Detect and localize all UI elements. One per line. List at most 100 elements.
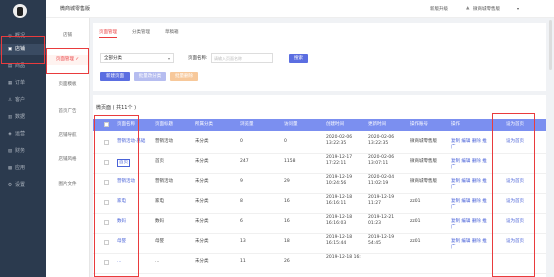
cell-ops[interactable]: 复制 编辑 删除 推广 [451, 179, 491, 191]
sidebar-item-data[interactable]: ▥ 数据 [0, 112, 46, 123]
cell-created: 2020-02-06 13:22:35 [326, 135, 353, 146]
cell-operator: 微商城零售版 [410, 179, 437, 184]
header-visits: 访问量 [284, 122, 298, 127]
table-row: …… 未分类 11 26 2019-12-18 16: [93, 253, 546, 274]
order-icon: ▦ [7, 81, 13, 86]
cell-uv: 18 [284, 239, 290, 244]
cell-cat: 未分类 [195, 199, 209, 204]
highlight-page-name-column [94, 115, 139, 277]
highlight-set-home-column [492, 113, 535, 277]
search-button[interactable]: 搜索 [289, 54, 308, 63]
cell-cat: 未分类 [195, 239, 209, 244]
cell-uv: 16 [284, 199, 290, 204]
tab-category-manage[interactable]: 分类管理 [132, 29, 150, 35]
cell-title: 营销活动 [155, 139, 173, 144]
cell-pv: 8 [240, 199, 243, 204]
highlight-page-manage [46, 48, 89, 74]
cell-pv: 9 [240, 179, 243, 184]
subnav-item-shop-style[interactable]: 店铺风格 [46, 156, 89, 162]
header-operations: 操作 [451, 122, 460, 127]
cell-updated: 2019-12-21 01:23 [368, 215, 395, 226]
cell-uv: 1158 [284, 159, 296, 164]
cell-pv: 13 [240, 239, 246, 244]
cell-ops[interactable]: 复制 编辑 删除 推广 [451, 159, 491, 171]
cell-title: 数码 [155, 219, 164, 224]
new-page-button[interactable]: 新建页面 [100, 72, 130, 81]
cell-pv: 6 [240, 219, 243, 224]
cell-ops[interactable]: 复制 编辑 删除 推广 [451, 219, 491, 231]
batch-category-button[interactable]: 批量改分类 [134, 72, 166, 81]
customer-icon: ♙ [7, 98, 13, 103]
cell-operator: zz01 [410, 219, 421, 224]
cell-title: 母婴 [155, 239, 164, 244]
cell-cat: 未分类 [195, 139, 209, 144]
header-category: 所属分类 [195, 122, 213, 127]
batch-delete-button[interactable]: 批量删除 [170, 72, 198, 81]
filter-panel: 页面管理 分类管理 草稿箱 全部分类 ▾ 页面名称: 请输入页面名称 搜索 新建页… [93, 23, 546, 91]
table-row: 营销活动 营销活动 未分类 9 29 2019-12-19 10:24:56 2020-02… [93, 173, 546, 194]
cell-updated: 2020-02-04 11:02:19 [368, 175, 395, 186]
cell-title: … [155, 259, 160, 264]
cell-updated: 2019-12-19 11:27 [368, 195, 395, 206]
tab-drafts[interactable]: 草稿箱 [165, 29, 179, 35]
table-row: 营销活动·基础 营销活动 未分类 0 0 2020-02-06 13:22:35 2020-… [93, 133, 546, 154]
sidebar-item-finance[interactable]: ▧ 财务 [0, 146, 46, 157]
header-updated: 更新时间 [368, 122, 386, 127]
table-row: 母婴 母婴 未分类 13 18 2019-12-18 16:15:44 2019-12-19… [93, 233, 546, 254]
cell-title: 家电 [155, 199, 164, 204]
cell-created: 2019-12-19 10:24:56 [326, 175, 353, 186]
cell-cat: 未分类 [195, 159, 209, 164]
cell-pv: 0 [240, 139, 243, 144]
shop-name: 微商城零售版 [60, 6, 91, 12]
table-header: 页面名称 页面标题 所属分类 浏览量 访问量 创建时间 更新时间 操作账号 操作… [93, 119, 546, 131]
header-views: 浏览量 [240, 122, 254, 127]
scrollbar[interactable] [549, 20, 552, 70]
category-select[interactable]: 全部分类 ▾ [100, 53, 174, 63]
table-title: 微页面 ( 共11个 ) [96, 105, 137, 111]
cell-ops[interactable]: 复制 编辑 删除 推广 [451, 239, 491, 251]
subnav-item-home-ad[interactable]: 首页广告 [46, 108, 89, 114]
highlight-shop-nav [1, 36, 45, 64]
cell-pv: 11 [240, 259, 246, 264]
cell-uv: 26 [284, 259, 290, 264]
user-menu[interactable]: 微商城零售版 [473, 6, 500, 12]
chevron-down-icon[interactable]: ▾ [517, 6, 519, 11]
cell-updated: 2019-12-19 54:45 [368, 235, 395, 246]
top-bar: 微商城零售版 新版升级 ▲ 微商城零售版 ▾ [46, 0, 554, 18]
subnav-item-image-files[interactable]: 图片文件 [46, 181, 89, 187]
cell-cat: 未分类 [195, 219, 209, 224]
cell-updated: 2020-02-06 13:07:11 [368, 155, 395, 166]
sidebar-item-orders[interactable]: ▦ 订单 [0, 78, 46, 89]
cell-operator: zz01 [410, 239, 421, 244]
help-link[interactable]: 新版升级 [430, 6, 448, 12]
table-row: 首页 首页 未分类 247 1158 2019-12-17 17:22:11 2020-02… [93, 153, 546, 174]
operation-icon: ◈ [8, 132, 12, 137]
sidebar-item-operation[interactable]: ◈ 运营 [0, 129, 46, 140]
subnav-item-shop-nav[interactable]: 店铺导航 [46, 132, 89, 138]
cell-created: 2019-12-17 17:22:11 [326, 155, 353, 166]
cell-uv: 29 [284, 179, 290, 184]
cell-pv: 247 [240, 159, 249, 164]
sidebar-item-customers[interactable]: ♙ 客户 [0, 95, 46, 106]
cell-uv: 0 [284, 139, 287, 144]
subnav-item-page-template[interactable]: 页面模板 [46, 81, 89, 87]
cell-operator: zz01 [410, 199, 421, 204]
cell-created: 2019-12-18 16:16:03 [326, 215, 353, 226]
page-name-input[interactable]: 请输入页面名称 [211, 53, 273, 63]
shop-logo[interactable] [13, 4, 27, 18]
sidebar-item-settings[interactable]: ⚙ 设置 [0, 180, 46, 191]
finance-icon: ▧ [7, 149, 13, 154]
cell-uv: 16 [284, 219, 290, 224]
cell-cat: 未分类 [195, 259, 209, 264]
cell-updated: 2020-02-06 13:22:35 [368, 135, 395, 146]
cell-operator: 微商城零售版 [410, 139, 437, 144]
cell-title: 营销活动 [155, 179, 173, 184]
cell-created: 2019-12-18 16:15:44 [326, 235, 353, 246]
tab-page-manage[interactable]: 页面管理 [99, 29, 117, 38]
cell-ops[interactable]: 复制 编辑 删除 推广 [451, 199, 491, 211]
sidebar-item-apps[interactable]: ▩ 应用 [0, 163, 46, 174]
page-name-label: 页面名称: [188, 56, 208, 61]
cell-ops[interactable]: 复制 编辑 删除 推广 [451, 139, 491, 151]
subnav-item-shop[interactable]: 店铺 [46, 32, 89, 38]
table-row: 家电 家电 未分类 8 16 2019-12-18 16:16:11 2019-12-19 … [93, 193, 546, 214]
